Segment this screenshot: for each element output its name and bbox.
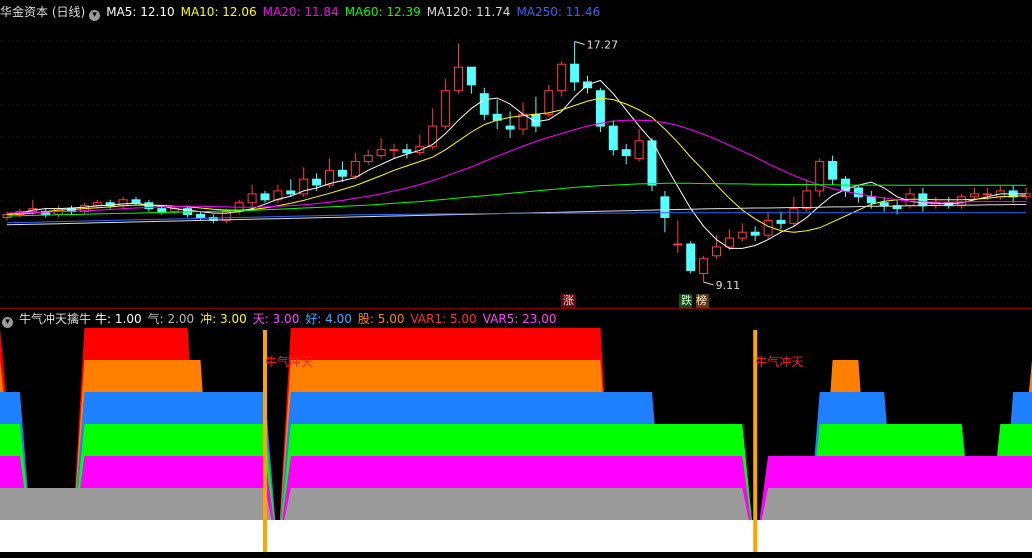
low-pointer [703,281,714,286]
signal-label: 牛气冲天 [265,354,313,369]
candle-body [660,196,670,218]
candle-body [428,125,438,148]
signal-label: 牛气冲天 [755,354,803,369]
ma-legend-item: MA5: 12.10 [106,5,175,19]
candle-body [673,243,683,246]
ma-line-ma5 [6,79,1027,249]
candle-body [260,193,270,201]
candle-body [982,193,992,196]
fall-tag: 跌 [679,294,692,308]
candle-body [479,93,489,115]
indicator-legend-item: 牛: 1.00 [95,312,142,326]
candle-body [544,90,554,115]
candle-body [350,160,360,177]
indicator-legend: 牛: 1.00 气: 2.00 冲: 3.00 天: 3.00 好: 4.00 股: 5.… [95,312,563,326]
candle-body [828,160,838,180]
main-header: 华金资本 (日线) ▾ MA5: 12.10 MA10: 12.06 MA20: 11.… [0,3,612,21]
candle-body [557,63,567,92]
moving-average-lines [6,79,1027,249]
indicator-legend-item: 气: 2.00 [147,312,195,326]
candle-body [376,149,386,157]
sub-header: ▾ 牛气冲天擒牛 牛: 1.00 气: 2.00 冲: 3.00 天: 3.00 好: 4.… [0,310,569,328]
candle-body [621,149,631,157]
candle-body [879,202,889,207]
candle-body [724,237,734,248]
candle-body [957,196,967,207]
candle-body [699,258,709,274]
indicator-toggle-icon[interactable]: ▾ [2,317,13,328]
settings-toggle-icon[interactable]: ▾ [89,10,101,21]
ma-line-ma120 [6,204,1027,226]
candle-body [853,187,863,198]
indicator-legend-item: 好: 4.00 [305,312,352,326]
indicator-stacked-area: 牛气冲天 牛气冲天 [0,328,1032,552]
ranking-tag: 榜 [696,294,709,308]
candle-body [454,66,463,92]
candlestick-series [2,41,1031,283]
indicator-band-0 [0,520,1032,552]
indicator-legend-item: VAR1: 5.00 [410,312,477,326]
candle-body [570,63,580,83]
rise-tag: 涨 [561,294,576,308]
chart-canvas: 17.27 9.11 牛气冲天 牛气冲天 [0,39,1032,552]
candle-body [750,231,760,236]
candle-body [247,193,257,204]
high-pointer [574,41,585,45]
candle-body [776,219,786,224]
indicator-legend-item: VAR5: 23.00 [482,312,557,326]
candle-body [712,246,721,257]
ma-legend-item: MA20: 11.84 [262,5,339,19]
candle-body [595,90,605,127]
candle-body [466,66,476,86]
candle-body [608,125,618,151]
candle-body [634,140,644,160]
low-price-label: 9.11 [716,279,741,292]
ma-legend: MA5: 12.10 MA10: 12.06 MA20: 11.84 MA60: 12… [106,5,606,19]
candle-body [157,208,167,213]
candle-body [866,196,876,204]
candle-body [737,231,747,239]
indicator-legend-item: 冲: 3.00 [200,312,247,326]
candle-body [402,149,412,154]
ma-legend-item: MA60: 12.39 [344,5,421,19]
candle-body [815,160,825,192]
candle-body [686,243,696,272]
candle-body [763,219,773,236]
candle-body [505,125,515,130]
indicator-legend-item: 天: 3.00 [252,312,300,326]
candle-body [389,149,399,152]
high-price-label: 17.27 [587,39,619,52]
candle-body [970,193,979,198]
candle-body [312,178,322,186]
candle-body [118,199,128,207]
candle-body [647,140,657,186]
candle-body [441,90,451,127]
candle-body [131,199,141,204]
ma-legend-item: MA120: 11.74 [426,5,511,19]
candle-body [415,146,425,154]
candle-body [802,190,812,210]
candle-body [789,208,799,224]
candle-body [363,155,373,162]
stock-title: 华金资本 (日线) [0,5,86,19]
candle-body [286,190,296,195]
indicator-title: 牛气冲天擒牛 [19,312,92,326]
candle-body [337,169,347,177]
main-panel-grid [0,40,1032,297]
ma-legend-item: MA250: 11.46 [516,5,601,19]
ma-legend-item: MA10: 12.06 [180,5,257,19]
candle-body [196,214,205,218]
indicator-legend-item: 股: 5.00 [357,312,405,326]
